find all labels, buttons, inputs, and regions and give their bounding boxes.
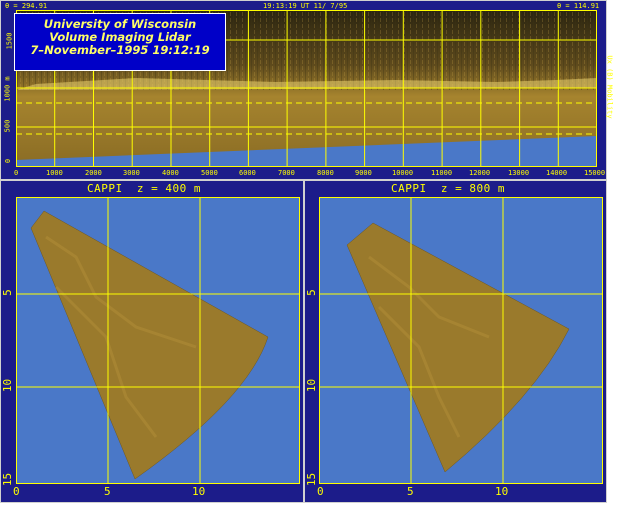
cappi-right-y-tick-10: 10 (305, 378, 319, 393)
rhi-y-tick-1500: 1500 (5, 32, 14, 50)
rhi-x-tick: 5000 (201, 169, 218, 177)
rhi-x-tick: 7000 (278, 169, 295, 177)
cappi-right-panel: CAPPI z = 800 m 5 10 15 0 5 10 (304, 180, 607, 503)
rhi-x-tick: 10000 (392, 169, 414, 177)
cappi-left-x-tick-10: 10 (192, 485, 206, 498)
cappi-right-x-tick-5: 5 (407, 485, 414, 498)
rhi-x-tick: 11000 (431, 169, 453, 177)
rhi-x-tick: 13000 (508, 169, 530, 177)
cappi-left-plot (16, 197, 300, 484)
rhi-x-tick: 9000 (355, 169, 372, 177)
cappi-left-y-tick-5: 5 (0, 289, 14, 296)
rhi-x-tick: 3000 (123, 169, 140, 177)
rhi-right-label: Ux (B) Mobility (605, 55, 614, 119)
rhi-x-tick: 12000 (469, 169, 491, 177)
rhi-y-tick-0: 0 (4, 158, 13, 164)
rhi-x-axis: 0 1000 2000 3000 4000 5000 6000 7000 800… (1, 169, 608, 179)
rhi-y-tick-1000: 1000 m (3, 76, 12, 102)
cappi-right-plot (319, 197, 603, 484)
rhi-panel: θ = 294.91 19:13:19 UT 11/ 7/95 θ = 114.… (0, 0, 614, 180)
cappi-left-x-tick-0: 0 (13, 485, 20, 498)
rhi-x-tick: 14000 (546, 169, 568, 177)
rhi-header-left: θ = 294.91 (5, 2, 48, 10)
rhi-x-tick: 8000 (317, 169, 334, 177)
rhi-x-tick: 4000 (162, 169, 179, 177)
cappi-right-title: CAPPI z = 800 m (391, 182, 505, 195)
rhi-x-tick: 15000 (584, 169, 606, 177)
cappi-left-y-tick-10: 10 (1, 378, 15, 393)
rhi-x-tick: 0 (14, 169, 19, 177)
rhi-header-center: 19:13:19 UT 11/ 7/95 (263, 2, 348, 10)
cappi-left-title: CAPPI z = 400 m (87, 182, 201, 195)
cappi-right-x-tick-10: 10 (495, 485, 509, 498)
rhi-y-tick-500: 500 (3, 119, 12, 133)
rhi-title-line-3: 7–November–1995 19:12:19 (30, 43, 210, 57)
cappi-left-x-tick-5: 5 (104, 485, 111, 498)
rhi-x-tick: 6000 (239, 169, 256, 177)
rhi-header-right: θ = 114.91 (557, 2, 600, 10)
rhi-x-tick: 1000 (46, 169, 63, 177)
rhi-title-box: University of Wisconsin Volume Imaging L… (14, 13, 226, 71)
cappi-right-x-tick-0: 0 (317, 485, 324, 498)
rhi-x-tick: 2000 (85, 169, 102, 177)
cappi-right-y-tick-5: 5 (304, 289, 318, 296)
cappi-left-panel: CAPPI z = 400 m 5 10 15 0 5 10 (0, 180, 304, 503)
